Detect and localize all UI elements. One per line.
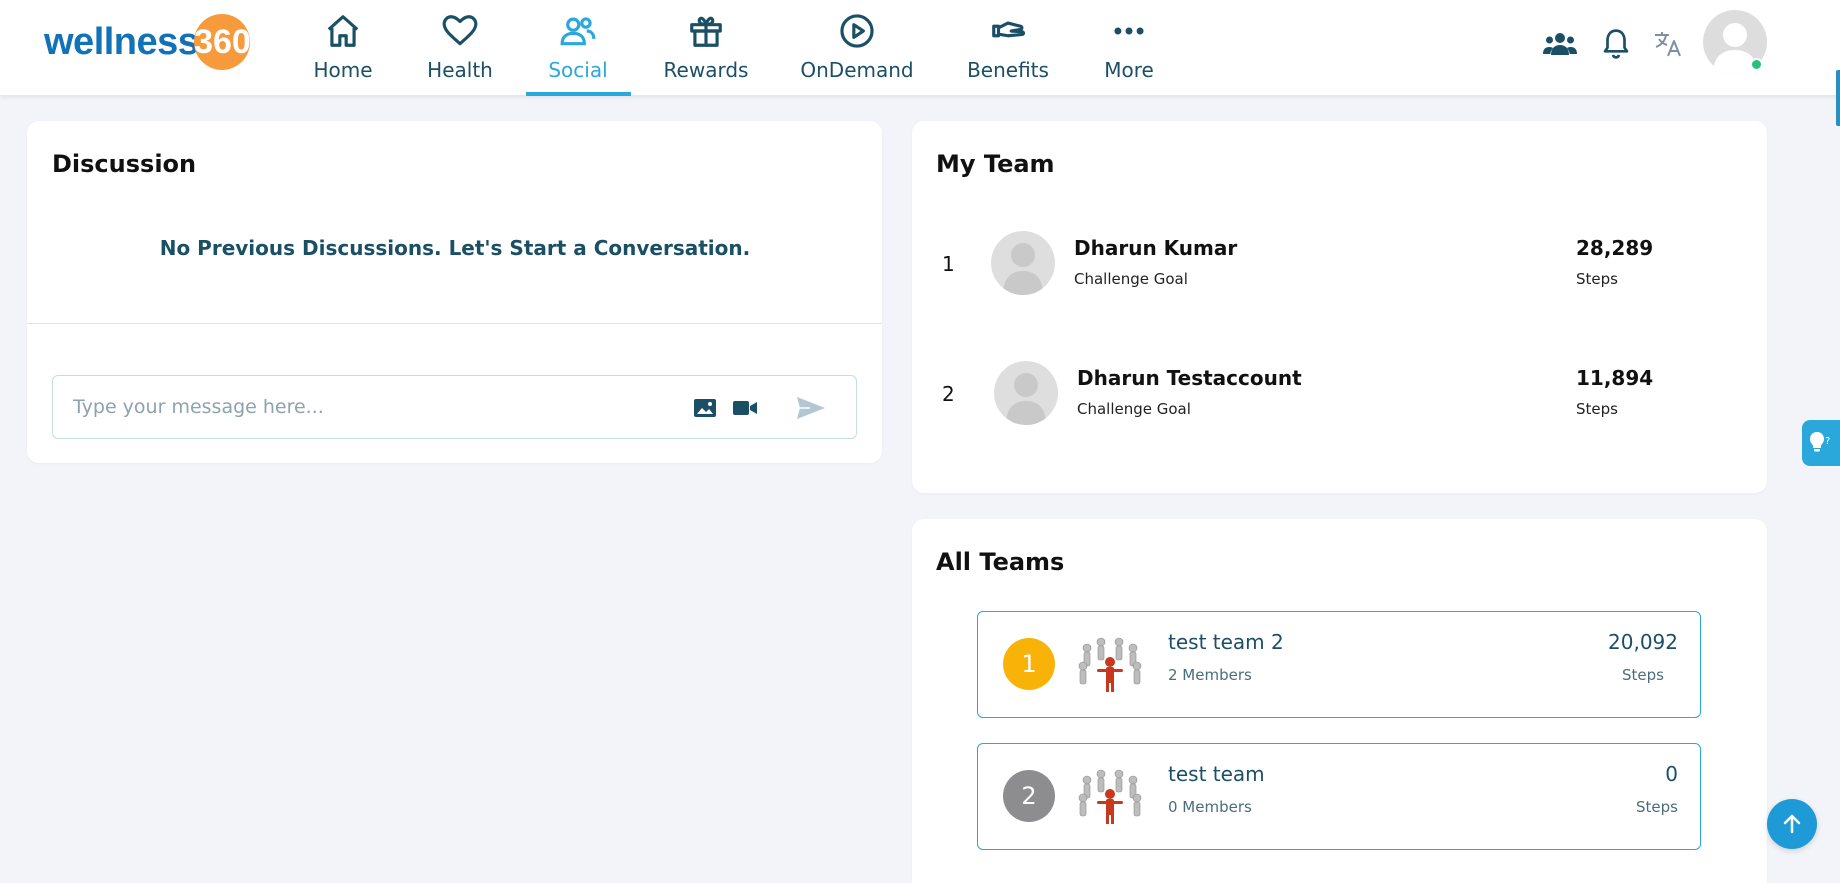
- translate-icon[interactable]: [1648, 24, 1688, 64]
- more-dots-icon: [1114, 27, 1144, 35]
- play-circle-icon: [840, 14, 874, 48]
- team-member-count: 2 Members: [1168, 666, 1252, 684]
- home-icon: [327, 15, 359, 47]
- nav-home-label: Home: [313, 58, 373, 82]
- nav-social[interactable]: Social: [546, 12, 610, 96]
- member-steps: 11,894: [1576, 366, 1654, 390]
- nav-more-label: More: [1104, 58, 1154, 82]
- all-teams-title: All Teams: [936, 548, 1065, 576]
- my-team-title: My Team: [936, 150, 1055, 178]
- nav-rewards[interactable]: Rewards: [664, 12, 748, 96]
- active-tab-indicator: [526, 92, 631, 96]
- message-composer: [52, 375, 857, 439]
- users-icon: [560, 17, 596, 46]
- team-name: test team: [1168, 762, 1265, 786]
- nav-more[interactable]: More: [1104, 12, 1154, 96]
- scroll-to-top-button[interactable]: [1767, 799, 1817, 849]
- member-subtitle: Challenge Goal: [1074, 270, 1188, 288]
- hand-icon: [992, 21, 1025, 38]
- nav-benefits[interactable]: Benefits: [966, 12, 1050, 96]
- logo-word: wellness: [44, 20, 199, 63]
- nav-rewards-label: Rewards: [663, 58, 749, 82]
- video-upload-icon[interactable]: [730, 394, 760, 422]
- member-steps-label: Steps: [1576, 270, 1618, 288]
- nav-benefits-label: Benefits: [967, 58, 1049, 82]
- member-avatar: [991, 231, 1055, 295]
- wellness360-logo[interactable]: wellness 360: [44, 14, 251, 70]
- team-rank-badge: 1: [1003, 638, 1055, 690]
- team-name: test team 2: [1168, 630, 1284, 654]
- nav-home[interactable]: Home: [313, 12, 373, 96]
- online-status-indicator: [1750, 58, 1763, 71]
- member-name: Dharun Kumar: [1074, 236, 1238, 260]
- discussion-empty-message: No Previous Discussions. Let's Start a C…: [159, 236, 751, 260]
- team-steps-label: Steps: [1636, 798, 1678, 816]
- member-steps-label: Steps: [1576, 400, 1618, 418]
- arrow-up-icon: [1783, 814, 1801, 834]
- discussion-divider: [27, 323, 882, 324]
- member-rank: 2: [942, 382, 955, 406]
- logo-number-badge: 360: [194, 14, 251, 70]
- nav-health-label: Health: [427, 58, 493, 82]
- message-input[interactable]: [73, 392, 673, 422]
- help-tips-tab[interactable]: ?: [1802, 420, 1840, 466]
- nav-social-label: Social: [548, 58, 608, 82]
- heart-icon: [442, 15, 478, 46]
- bell-icon[interactable]: [1596, 24, 1636, 64]
- team-steps-label: Steps: [1622, 666, 1664, 684]
- member-avatar: [994, 361, 1058, 425]
- gift-icon: [690, 16, 722, 47]
- svg-text:?: ?: [1825, 436, 1830, 447]
- team-group-icon: [1078, 769, 1142, 824]
- image-upload-icon[interactable]: [690, 394, 720, 422]
- team-member-count: 0 Members: [1168, 798, 1252, 816]
- nav-ondemand-label: OnDemand: [800, 58, 914, 82]
- member-subtitle: Challenge Goal: [1077, 400, 1191, 418]
- member-rank: 1: [942, 252, 955, 276]
- nav-ondemand[interactable]: OnDemand: [800, 12, 914, 96]
- team-steps: 0: [1665, 762, 1678, 786]
- team-group-icon: [1078, 637, 1142, 692]
- team-icon[interactable]: [1540, 24, 1580, 64]
- discussion-title: Discussion: [52, 150, 197, 178]
- member-steps: 28,289: [1576, 236, 1654, 260]
- send-icon[interactable]: [796, 394, 826, 422]
- team-card[interactable]: 1 test team 2 2 Members 20,092 Steps: [977, 611, 1701, 718]
- team-steps: 20,092: [1608, 630, 1678, 654]
- nav-health[interactable]: Health: [427, 12, 493, 96]
- team-card[interactable]: 2 test team 0 Members 0 Steps: [977, 743, 1701, 850]
- member-name: Dharun Testaccount: [1077, 366, 1302, 390]
- side-panel-edge[interactable]: [1836, 70, 1840, 126]
- lightbulb-icon: ?: [1810, 432, 1830, 452]
- team-rank-badge: 2: [1003, 770, 1055, 822]
- top-navigation-bar: wellness 360 Home Health Social Rewards …: [0, 0, 1840, 96]
